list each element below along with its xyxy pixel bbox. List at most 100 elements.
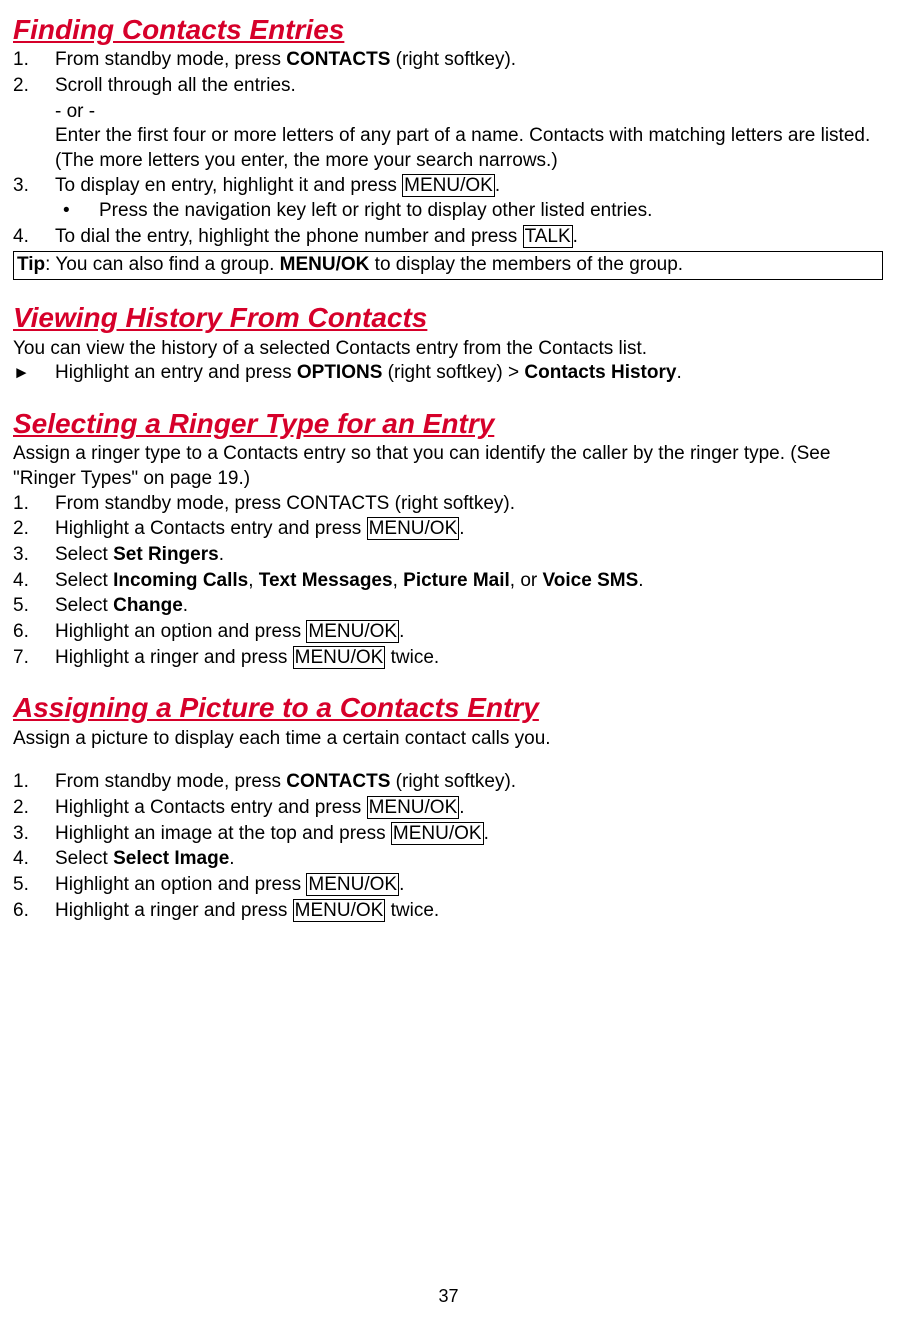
step-number: 1. <box>13 492 55 517</box>
key-menu-ok-text: MENU/OK <box>280 254 370 275</box>
text: : You can also find a group. <box>45 254 280 275</box>
list-item: 3. To display en entry, highlight it and… <box>13 174 883 199</box>
menu-item-label: Change <box>113 595 183 616</box>
step-number: 2. <box>13 796 55 821</box>
step-number: 4. <box>13 569 55 594</box>
list-item: 4. Select Incoming Calls, Text Messages,… <box>13 569 883 594</box>
text: Highlight a ringer and press <box>55 647 293 668</box>
heading-assign-picture: Assigning a Picture to a Contacts Entry <box>13 692 883 724</box>
text: . <box>676 362 681 383</box>
text: Highlight an option and press <box>55 874 306 895</box>
step-number: 7. <box>13 646 55 671</box>
list-item: 5. Select Change. <box>13 594 883 619</box>
option-label: Picture Mail <box>403 570 510 591</box>
text: Select <box>55 570 113 591</box>
text: Select <box>55 848 113 869</box>
text: . <box>219 544 224 565</box>
text: Highlight a Contacts entry and press <box>55 518 367 539</box>
text: To dial the entry, highlight the phone n… <box>55 226 523 247</box>
key-menu-ok: MENU/OK <box>402 174 495 197</box>
step-text: Select Incoming Calls, Text Messages, Pi… <box>55 569 883 594</box>
step-text: Scroll through all the entries. <box>55 74 883 99</box>
step-text: Highlight an option and press MENU/OK. <box>55 873 883 898</box>
text: (right softkey). <box>390 49 516 70</box>
step-number: 3. <box>13 174 55 199</box>
text: . <box>229 848 234 869</box>
paragraph: You can view the history of a selected C… <box>13 337 883 362</box>
step-number: 2. <box>13 517 55 542</box>
picture-steps-list: 1. From standby mode, press CONTACTS (ri… <box>13 770 883 923</box>
bullet-text: Press the navigation key left or right t… <box>99 199 652 224</box>
softkey-label: OPTIONS <box>297 362 383 383</box>
step-text: Highlight a Contacts entry and press MEN… <box>55 517 883 542</box>
paragraph: Assign a ringer type to a Contacts entry… <box>13 442 883 491</box>
list-item: 1. From standby mode, press CONTACTS (ri… <box>13 48 883 73</box>
step-text: Highlight an option and press MENU/OK. <box>55 620 883 645</box>
ringer-steps-list: 1. From standby mode, press CONTACTS (ri… <box>13 492 883 671</box>
key-menu-ok: MENU/OK <box>293 646 386 669</box>
list-item: 7. Highlight a ringer and press MENU/OK … <box>13 646 883 671</box>
step-text: Highlight a Contacts entry and press MEN… <box>55 796 883 821</box>
menu-item-label: Set Ringers <box>113 544 219 565</box>
step-number: 1. <box>13 48 55 73</box>
text: . <box>638 570 643 591</box>
text: Highlight an option and press <box>55 621 306 642</box>
tip-callout: Tip: You can also find a group. MENU/OK … <box>13 251 883 281</box>
list-item: 3. Highlight an image at the top and pre… <box>13 822 883 847</box>
list-item: 1. From standby mode, press CONTACTS (ri… <box>13 492 883 517</box>
menu-item-label: Select Image <box>113 848 229 869</box>
text: twice. <box>385 900 439 921</box>
list-item: 2. Scroll through all the entries. <box>13 74 883 99</box>
text: . <box>399 874 404 895</box>
key-talk: TALK <box>523 225 573 248</box>
text: , <box>393 570 404 591</box>
step-number: 6. <box>13 620 55 645</box>
sub-bullet: • Press the navigation key left or right… <box>13 199 883 224</box>
step-number: 3. <box>13 822 55 847</box>
option-label: Voice SMS <box>543 570 639 591</box>
list-item: 1. From standby mode, press CONTACTS (ri… <box>13 770 883 795</box>
or-divider: - or - <box>13 100 883 125</box>
list-item: 5. Highlight an option and press MENU/OK… <box>13 873 883 898</box>
softkey-label: CONTACTS <box>286 49 390 70</box>
step-text: To dial the entry, highlight the phone n… <box>55 225 883 250</box>
key-menu-ok: MENU/OK <box>367 796 460 819</box>
text: to display the members of the group. <box>369 254 683 275</box>
step-text: From standby mode, press CONTACTS (right… <box>55 48 883 73</box>
text: Select <box>55 595 113 616</box>
heading-viewing-history: Viewing History From Contacts <box>13 302 883 334</box>
key-menu-ok: MENU/OK <box>391 822 484 845</box>
text: . <box>573 226 578 247</box>
list-item: 4. Select Select Image. <box>13 847 883 872</box>
step-text: From standby mode, press CONTACTS (right… <box>55 492 883 517</box>
key-menu-ok: MENU/OK <box>306 873 399 896</box>
step-text: Highlight a ringer and press MENU/OK twi… <box>55 899 883 924</box>
step-number: 4. <box>13 847 55 872</box>
text: . <box>183 595 188 616</box>
text: (right softkey). <box>390 771 516 792</box>
list-item: 6. Highlight a ringer and press MENU/OK … <box>13 899 883 924</box>
text: . <box>459 797 464 818</box>
key-menu-ok: MENU/OK <box>293 899 386 922</box>
heading-ringer-type: Selecting a Ringer Type for an Entry <box>13 408 883 440</box>
text: Highlight an image at the top and press <box>55 823 391 844</box>
action-item: ► Highlight an entry and press OPTIONS (… <box>13 361 883 386</box>
text: Highlight an entry and press <box>55 362 297 383</box>
text: twice. <box>385 647 439 668</box>
list-item: 3. Select Set Ringers. <box>13 543 883 568</box>
step-text: Select Select Image. <box>55 847 883 872</box>
step-number: 5. <box>13 594 55 619</box>
step-alt-text: Enter the first four or more letters of … <box>13 124 883 173</box>
option-label: Text Messages <box>259 570 393 591</box>
step-text: Highlight an image at the top and press … <box>55 822 883 847</box>
text: From standby mode, press <box>55 49 286 70</box>
key-menu-ok: MENU/OK <box>306 620 399 643</box>
text: . <box>399 621 404 642</box>
text: . <box>459 518 464 539</box>
text: , or <box>510 570 543 591</box>
tip-label: Tip <box>17 254 45 275</box>
step-number: 5. <box>13 873 55 898</box>
text: Highlight a ringer and press <box>55 900 293 921</box>
step-number: 4. <box>13 225 55 250</box>
text: Select <box>55 544 113 565</box>
